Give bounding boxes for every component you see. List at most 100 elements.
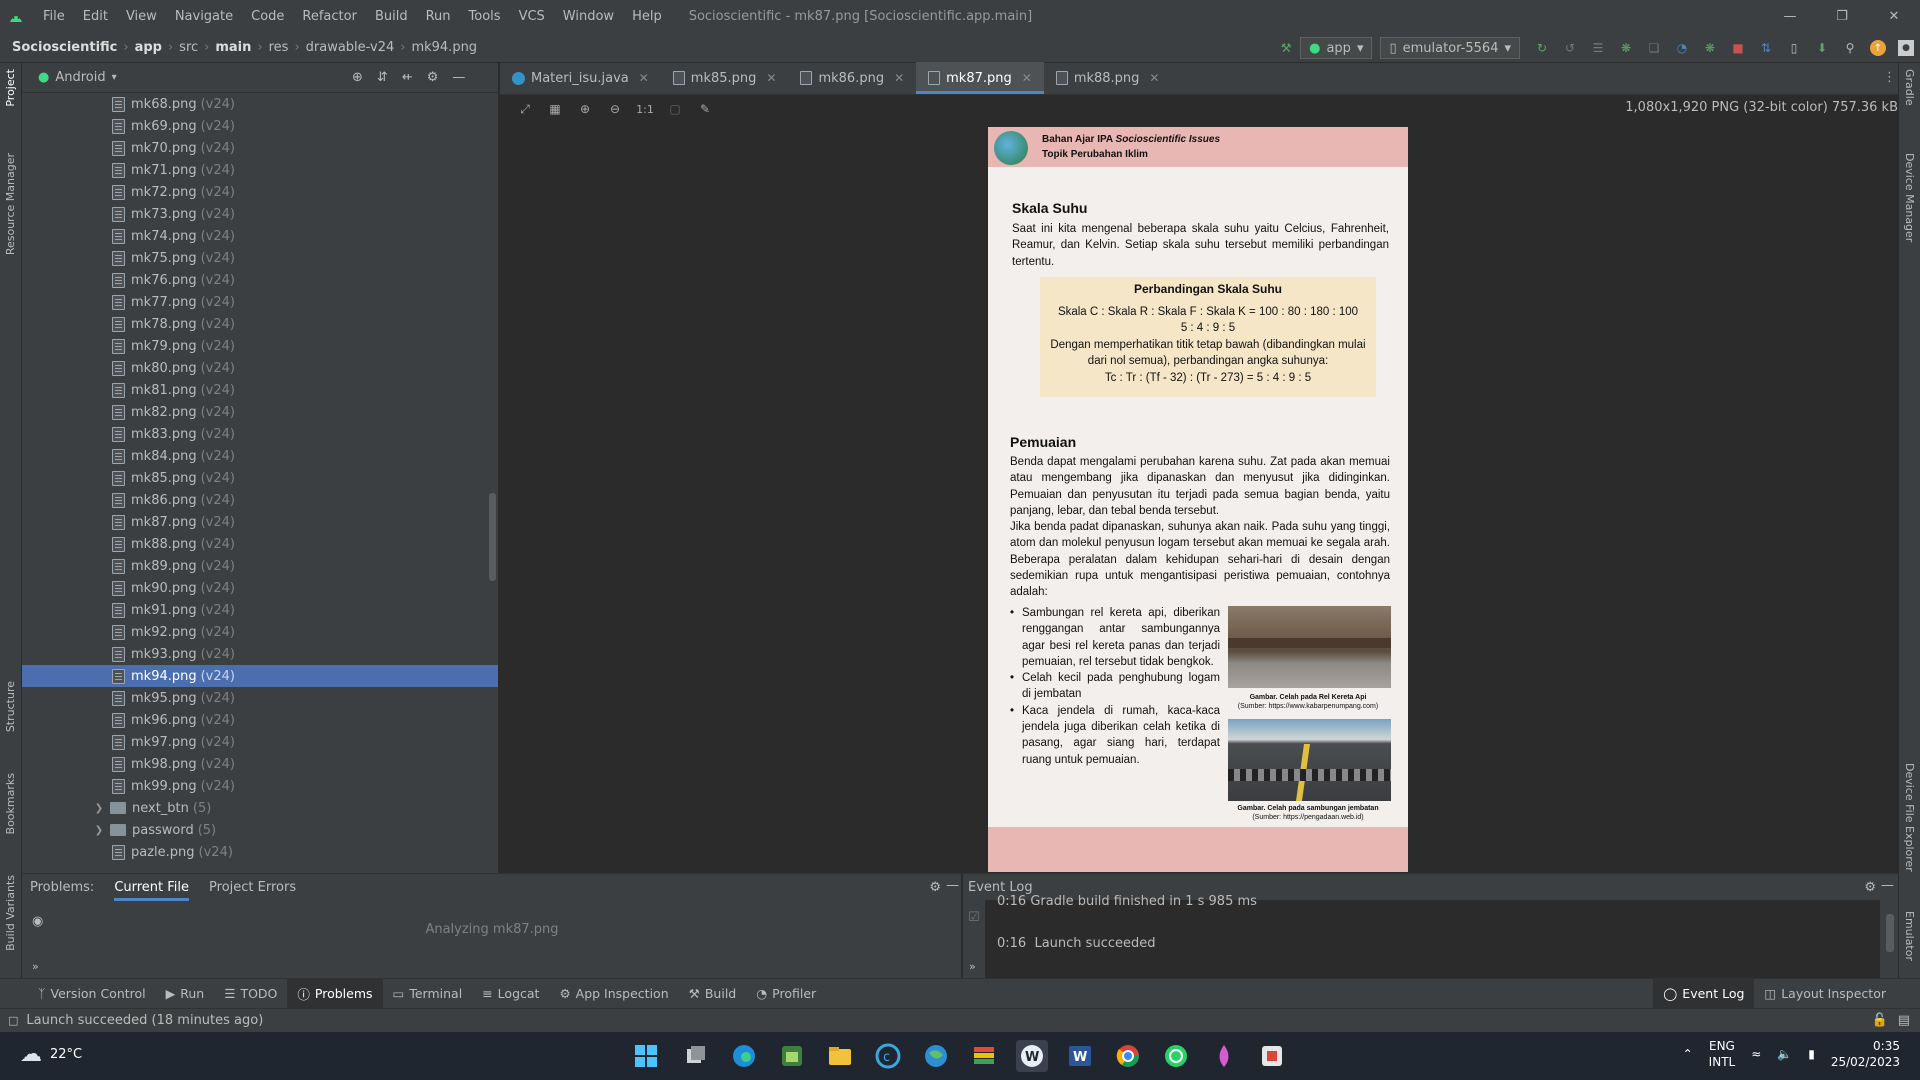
gear-icon[interactable]: ⚙	[1864, 880, 1876, 895]
lock-icon[interactable]: 🔓	[1872, 1013, 1888, 1028]
coreldraw-icon[interactable]: c	[872, 1040, 904, 1072]
tree-file-item[interactable]: mk91.png (v24)	[22, 599, 498, 621]
tree-file-item[interactable]: mk69.png (v24)	[22, 115, 498, 137]
close-icon[interactable]: ✕	[1868, 0, 1920, 33]
tree-file-item[interactable]: mk98.png (v24)	[22, 753, 498, 775]
tree-file-item[interactable]: mk99.png (v24)	[22, 775, 498, 797]
run-config-select[interactable]: ● app ▾	[1300, 37, 1373, 59]
memory-indicator-icon[interactable]: ▤	[1898, 1013, 1910, 1028]
tree-file-item[interactable]: mk79.png (v24)	[22, 335, 498, 357]
edge-icon[interactable]	[728, 1040, 760, 1072]
expand-icon[interactable]: »	[32, 960, 39, 973]
editor-tab[interactable]: mk86.png ✕	[788, 62, 916, 94]
device-manager-icon[interactable]: ▯	[1786, 40, 1802, 56]
tree-file-item[interactable]: mk72.png (v24)	[22, 181, 498, 203]
event-log-scrollbar[interactable]	[1886, 914, 1894, 952]
close-tab-icon[interactable]: ✕	[894, 71, 904, 85]
emulator-tool-button[interactable]: Emulator	[1903, 911, 1916, 961]
tree-file-item[interactable]: pazle.png (v24)	[22, 841, 498, 863]
menu-window[interactable]: Window	[554, 9, 623, 24]
fit-zoom-icon[interactable]: ⤢	[517, 101, 533, 117]
expand-all-icon[interactable]: ⇵	[377, 70, 388, 85]
hide-icon[interactable]: —	[452, 70, 465, 85]
menu-build[interactable]: Build	[366, 9, 417, 24]
tree-file-item[interactable]: mk88.png (v24)	[22, 533, 498, 555]
menu-view[interactable]: View	[117, 9, 166, 24]
file-explorer-icon[interactable]	[824, 1040, 856, 1072]
bookmarks-tool-button[interactable]: Bookmarks	[4, 773, 17, 834]
tool-app-icon[interactable]	[1256, 1040, 1288, 1072]
tree-file-item[interactable]: mk96.png (v24)	[22, 709, 498, 731]
gradle-tool-button[interactable]: Gradle	[1903, 69, 1916, 106]
device-file-explorer-tool-button[interactable]: Device File Explorer	[1903, 763, 1916, 872]
restore-icon[interactable]: ❐	[1816, 0, 1868, 33]
close-tab-icon[interactable]: ✕	[1022, 71, 1032, 85]
tree-file-item[interactable]: mk70.png (v24)	[22, 137, 498, 159]
tree-file-item[interactable]: mk75.png (v24)	[22, 247, 498, 269]
menu-tools[interactable]: Tools	[460, 9, 510, 24]
actual-size-button[interactable]: 1:1	[636, 101, 654, 117]
version-control-tab[interactable]: ᛉ Version Control	[28, 979, 156, 1009]
menu-code[interactable]: Code	[242, 9, 293, 24]
chevron-right-icon[interactable]: ❯	[92, 825, 106, 836]
menu-file[interactable]: File	[34, 9, 74, 24]
layers-app-icon[interactable]	[968, 1040, 1000, 1072]
chessboard-icon[interactable]: ▢	[667, 101, 683, 117]
hide-icon[interactable]: —	[946, 878, 959, 893]
device-manager-tool-button[interactable]: Device Manager	[1903, 153, 1916, 242]
tree-file-item[interactable]: mk74.png (v24)	[22, 225, 498, 247]
close-tab-icon[interactable]: ✕	[639, 71, 649, 85]
chrome-icon[interactable]	[1112, 1040, 1144, 1072]
logcat-tab[interactable]: ≡ Logcat	[472, 979, 549, 1009]
tree-file-item[interactable]: mk76.png (v24)	[22, 269, 498, 291]
coverage-icon[interactable]: ☰	[1590, 40, 1606, 56]
debug-attach-icon[interactable]: ❋	[1702, 40, 1718, 56]
task-view-icon[interactable]	[680, 1040, 712, 1072]
breadcrumb-res[interactable]: res	[265, 40, 293, 55]
tree-file-item[interactable]: mk97.png (v24)	[22, 731, 498, 753]
tree-file-item[interactable]: mk77.png (v24)	[22, 291, 498, 313]
tree-file-item[interactable]: mk82.png (v24)	[22, 401, 498, 423]
project-view-selector[interactable]: Android	[55, 70, 105, 85]
editor-tab[interactable]: mk88.png ✕	[1044, 62, 1172, 94]
status-panel-icon[interactable]: □	[8, 1014, 18, 1027]
tree-file-item[interactable]: mk89.png (v24)	[22, 555, 498, 577]
hide-icon[interactable]: —	[1881, 878, 1894, 893]
volume-icon[interactable]: 🔈	[1777, 1047, 1792, 1061]
running-app-icon[interactable]: W	[1016, 1040, 1048, 1072]
minimize-icon[interactable]: —	[1764, 0, 1816, 33]
tree-file-item[interactable]: mk85.png (v24)	[22, 467, 498, 489]
tab-project-errors[interactable]: Project Errors	[209, 880, 296, 895]
editor-tab[interactable]: mk85.png ✕	[661, 62, 789, 94]
editor-tab[interactable]: mk87.png ✕	[916, 62, 1044, 94]
expand-icon[interactable]: »	[969, 960, 976, 973]
menu-vcs[interactable]: VCS	[510, 9, 554, 24]
tree-file-item[interactable]: mk81.png (v24)	[22, 379, 498, 401]
zoom-in-icon[interactable]: ⊕	[577, 101, 593, 117]
tree-file-item[interactable]: mk90.png (v24)	[22, 577, 498, 599]
zoom-out-icon[interactable]: ⊖	[607, 101, 623, 117]
tree-file-item[interactable]: mk93.png (v24)	[22, 643, 498, 665]
attach-debugger-icon[interactable]: ❏	[1646, 40, 1662, 56]
tree-file-item[interactable]: mk68.png (v24)	[22, 93, 498, 115]
word-icon[interactable]: W	[1064, 1040, 1096, 1072]
breadcrumb-project[interactable]: Socioscientific	[0, 40, 121, 55]
apply-code-changes-icon[interactable]: ↺	[1562, 40, 1578, 56]
stop-icon[interactable]: ■	[1730, 40, 1746, 56]
editor-tab[interactable]: Materi_isu.java ✕	[500, 62, 661, 94]
terminal-tab[interactable]: ▭ Terminal	[383, 979, 473, 1009]
tree-file-item[interactable]: mk78.png (v24)	[22, 313, 498, 335]
close-tab-icon[interactable]: ✕	[766, 71, 776, 85]
app-inspection-tab[interactable]: ⚙ App Inspection	[549, 979, 678, 1009]
menu-navigate[interactable]: Navigate	[166, 9, 242, 24]
menu-help[interactable]: Help	[623, 9, 671, 24]
tree-folder-item[interactable]: ❯ password (5)	[22, 819, 498, 841]
tree-file-item[interactable]: mk87.png (v24)	[22, 511, 498, 533]
tree-folder-item[interactable]: ❯ next_btn (5)	[22, 797, 498, 819]
event-log-tab[interactable]: ◯ Event Log	[1653, 978, 1755, 1009]
chevron-down-icon[interactable]: ▾	[112, 72, 117, 83]
tree-file-item[interactable]: mk71.png (v24)	[22, 159, 498, 181]
menu-edit[interactable]: Edit	[74, 9, 117, 24]
profiler-tab[interactable]: ◔ Profiler	[746, 979, 826, 1009]
chevron-right-icon[interactable]: ❯	[92, 803, 106, 814]
